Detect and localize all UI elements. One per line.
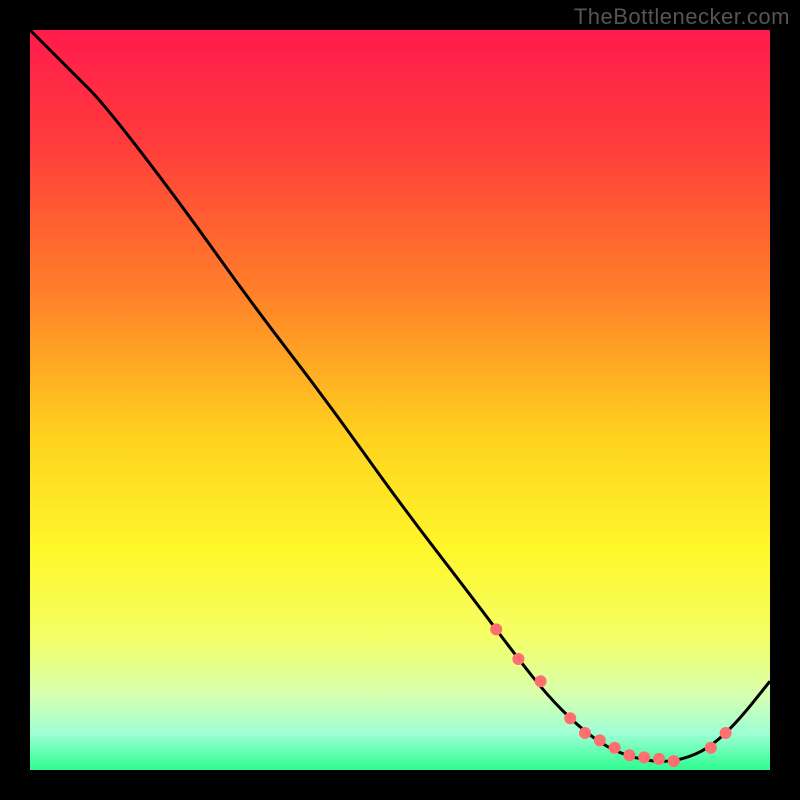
highlight-dot xyxy=(564,712,576,724)
highlight-dot xyxy=(668,755,680,767)
highlight-dot xyxy=(623,749,635,761)
highlight-dot xyxy=(579,727,591,739)
highlight-dot xyxy=(720,727,732,739)
plot-area xyxy=(30,30,770,770)
highlight-dot xyxy=(653,753,665,765)
chart-frame: TheBottlenecker.com xyxy=(0,0,800,800)
gradient-rect xyxy=(30,30,770,770)
watermark-text: TheBottlenecker.com xyxy=(574,4,790,30)
highlight-dot xyxy=(490,623,502,635)
chart-svg xyxy=(30,30,770,770)
highlight-dot xyxy=(609,742,621,754)
highlight-dot xyxy=(512,653,524,665)
highlight-dot xyxy=(594,734,606,746)
highlight-dot xyxy=(638,751,650,763)
highlight-dot xyxy=(535,675,547,687)
highlight-dot xyxy=(705,742,717,754)
